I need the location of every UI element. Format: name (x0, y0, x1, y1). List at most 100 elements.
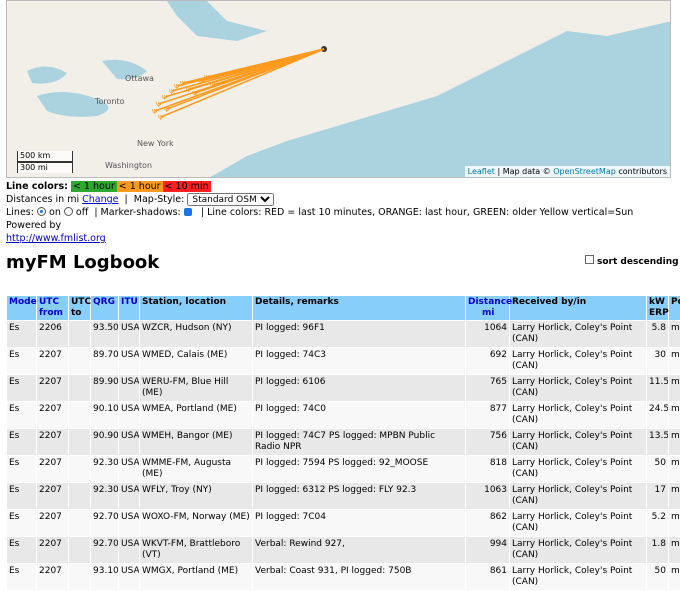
col-kw: kW ERP (647, 296, 669, 320)
scale-km: 500 km (17, 151, 73, 162)
table-row: Es 2207 92.70 USA WOXO-FM, Norway (ME) PI log… (7, 510, 680, 536)
cell-details: PI logged: 96F1 (253, 321, 465, 347)
cell-recv: Larry Horlick, Coley's Point (CAN) (510, 348, 646, 374)
marker-shadows-label: Marker-shadows: (100, 207, 181, 218)
lines-off-radio[interactable] (63, 207, 73, 216)
sort-checkbox[interactable] (585, 255, 594, 264)
col-pol: Pol (669, 296, 680, 320)
change-units-link[interactable]: Change (82, 194, 118, 205)
cell-station: WERU-FM, Blue Hill (ME) (140, 375, 252, 401)
table-row: Es 2207 89.70 USA WMED, Calais (ME) PI logged… (7, 348, 680, 374)
cell-qrg: 93.10 (91, 564, 118, 590)
leaflet-link[interactable]: Leaflet (468, 167, 495, 176)
cell-utc-to (69, 321, 90, 347)
cell-mode: Es (7, 483, 36, 509)
attribution-contrib: contributors (618, 167, 667, 176)
distance-style-row: Distances in mi Change | Map-Style: Stan… (6, 193, 676, 206)
cell-utc-to (69, 564, 90, 590)
cell-mode: Es (7, 564, 36, 590)
lines-off-label: off (75, 207, 89, 218)
cell-dist: 862 (466, 510, 509, 536)
table-row: Es 2207 90.90 USA WMEH, Bangor (ME) PI logged… (7, 429, 680, 455)
transmitter-marker: Ψ (204, 74, 210, 82)
cell-station: WMED, Calais (ME) (140, 348, 252, 374)
erp-label: ERP (649, 308, 669, 318)
cell-dist: 861 (466, 564, 509, 590)
cell-details: PI logged: 7594 PS logged: 92_MOOSE (253, 456, 465, 482)
cell-station: WFLY, Troy (NY) (140, 483, 252, 509)
sort-distance-link[interactable]: Distance (468, 297, 512, 307)
cell-qrg: 90.90 (91, 429, 118, 455)
col-distance[interactable]: Distance mi (466, 296, 512, 320)
sort-qrg-link[interactable]: QRG (93, 297, 115, 307)
marker-shadows-checkbox[interactable] (183, 208, 192, 216)
cell-qrg: 92.70 (91, 510, 118, 536)
cell-kw: 1.8 (647, 537, 668, 563)
col-itu[interactable]: ITU (119, 296, 139, 320)
cell-dist: 994 (466, 537, 509, 563)
distances-label: Distances in mi (6, 194, 80, 205)
cell-kw: 5.2 (647, 510, 668, 536)
propagation-lines: ΨΨΨΨΨ ΨΨ ΨΨ ΨΨΨΨ (152, 48, 325, 122)
cell-station: WMGX, Portland (ME) (140, 564, 252, 590)
lines-on-radio[interactable] (36, 207, 46, 216)
sort-mode-link[interactable]: Mode (9, 297, 37, 307)
cell-dist: 756 (466, 429, 509, 455)
cell-utc-to (69, 429, 90, 455)
cell-station: WMEA, Portland (ME) (140, 402, 252, 428)
cell-utc: 2207 (37, 402, 68, 428)
cell-dist: 818 (466, 456, 509, 482)
cell-dist: 1063 (466, 483, 509, 509)
map-scale: 500 km 300 mi (17, 151, 73, 173)
col-utc-to: UTC to (69, 296, 91, 320)
cell-kw: 17 (647, 483, 668, 509)
cell-details: Verbal: Coast 931, PI logged: 750B (253, 564, 465, 590)
sort-utc-link[interactable]: UTC (39, 297, 59, 307)
cell-pol: m (669, 348, 680, 374)
sort-utc-from-link[interactable]: from (39, 308, 63, 318)
cell-utc-to (69, 483, 90, 509)
sort-distance-unit-link[interactable]: mi (468, 308, 494, 318)
cell-qrg: 93.50 (91, 321, 118, 347)
table-header-row: Mode UTC from UTC to QRG ITU Station, loca… (7, 296, 680, 320)
cell-itu: USA (119, 402, 139, 428)
cell-station: WOXO-FM, Norway (ME) (140, 510, 252, 536)
cell-utc: 2207 (37, 429, 68, 455)
cell-qrg: 90.10 (91, 402, 118, 428)
sort-descending[interactable]: sort descending (585, 255, 679, 267)
cell-pol: m (669, 456, 680, 482)
cell-details: PI logged: 6312 PS logged: FLY 92.3 (253, 483, 465, 509)
lines-on-label: on (49, 207, 61, 218)
cell-mode: Es (7, 537, 36, 563)
cell-utc: 2207 (37, 456, 68, 482)
cell-utc: 2207 (37, 348, 68, 374)
table-row: Es 2207 90.10 USA WMEA, Portland (ME) PI logg… (7, 402, 680, 428)
cell-mode: Es (7, 456, 36, 482)
col-received: Received by/in (510, 296, 646, 320)
col-details: Details, remarks (253, 296, 465, 320)
cell-recv: Larry Horlick, Coley's Point (CAN) (510, 321, 646, 347)
cell-details: PI logged: 74C0 (253, 402, 465, 428)
cell-recv: Larry Horlick, Coley's Point (CAN) (510, 456, 646, 482)
map-style-select[interactable]: Standard OSM (187, 193, 275, 206)
osm-link[interactable]: OpenStreetMap (553, 167, 616, 176)
cell-recv: Larry Horlick, Coley's Point (CAN) (510, 429, 646, 455)
map[interactable]: Ottawa Toronto New York Washington ΨΨΨΨΨ… (6, 0, 671, 178)
cell-details: Verbal: Rewind 927, (253, 537, 465, 563)
cell-itu: USA (119, 537, 139, 563)
cell-qrg: 89.70 (91, 348, 118, 374)
col-utc-from[interactable]: UTC from (37, 296, 68, 320)
line-colors-label: Line colors: (6, 181, 68, 192)
fmlist-link[interactable]: http://www.fmlist.org (6, 233, 106, 244)
options-row: Lines: on off | Marker-shadows: | Line c… (6, 207, 634, 231)
cell-utc: 2207 (37, 483, 68, 509)
sort-label: sort descending (597, 257, 679, 267)
sort-itu-link[interactable]: ITU (121, 297, 138, 307)
cell-qrg: 92.30 (91, 483, 118, 509)
cell-itu: USA (119, 321, 139, 347)
cell-recv: Larry Horlick, Coley's Point (CAN) (510, 375, 646, 401)
col-qrg[interactable]: QRG (91, 296, 118, 320)
cell-pol: m (669, 375, 680, 401)
col-mode[interactable]: Mode (7, 296, 37, 320)
cell-mode: Es (7, 402, 36, 428)
